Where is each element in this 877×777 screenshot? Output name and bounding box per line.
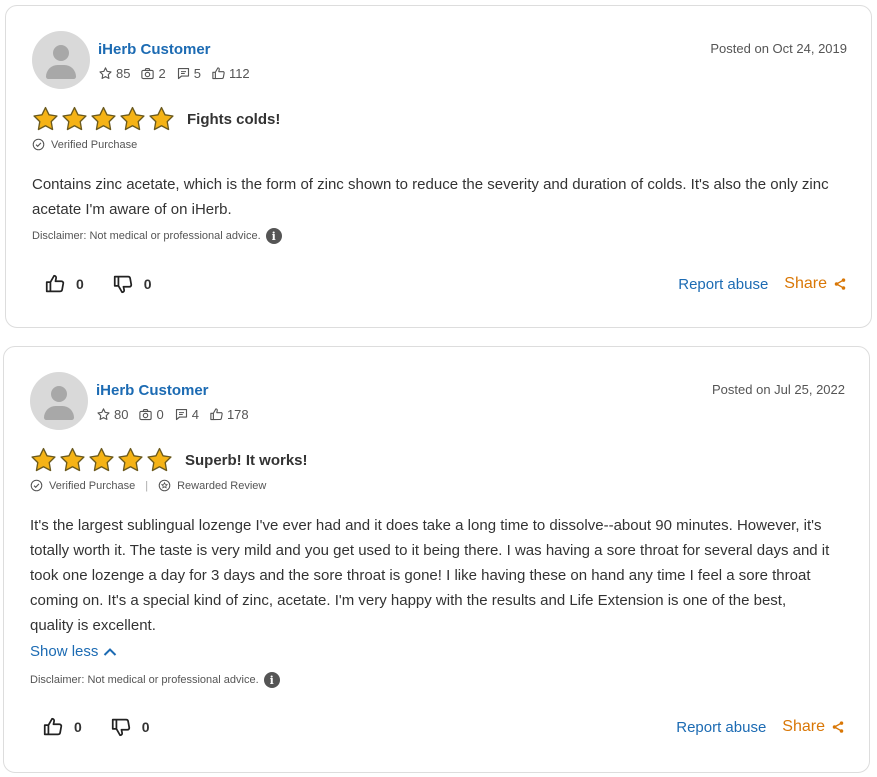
share-button[interactable]: Share — [784, 275, 847, 293]
star-icon — [31, 447, 56, 472]
review-actions: 0 0 Report abuse Share — [42, 715, 845, 739]
star-icon — [120, 106, 145, 131]
star-rating — [32, 106, 177, 132]
report-abuse-link[interactable]: Report abuse — [678, 276, 768, 293]
downvote-button[interactable]: 0 — [112, 273, 152, 295]
stat-reviews: 5 — [176, 66, 201, 81]
stat-stars: 85 — [98, 66, 130, 81]
posted-date: Posted on Jul 25, 2022 — [712, 382, 845, 397]
star-icon — [118, 447, 143, 472]
review-body: It's the largest sublingual lozenge I've… — [30, 517, 830, 634]
reviewer-name[interactable]: iHerb Customer — [98, 41, 211, 58]
review-card: iHerb Customer 85 2 5 112 Posted on Oct … — [5, 5, 872, 328]
review-badges: Verified Purchase — [32, 138, 137, 151]
review-card: iHerb Customer 80 0 4 178 Posted on Jul … — [3, 346, 870, 773]
avatar — [32, 31, 90, 89]
upvote-button[interactable]: 0 — [42, 716, 82, 738]
report-abuse-link[interactable]: Report abuse — [676, 719, 766, 736]
star-icon — [33, 106, 58, 131]
star-outline-icon — [97, 408, 110, 420]
share-button[interactable]: Share — [782, 718, 845, 736]
star-icon — [60, 447, 85, 472]
star-icon — [62, 106, 87, 131]
badge-separator: | — [145, 479, 149, 492]
camera-icon — [141, 67, 155, 80]
review-title: Superb! It works! — [185, 451, 308, 469]
posted-date: Posted on Oct 24, 2019 — [710, 41, 847, 56]
stat-helpful: 178 — [209, 407, 249, 422]
rating-row: Superb! It works! — [30, 447, 308, 473]
chevron-up-icon — [104, 647, 117, 656]
avatar — [30, 372, 88, 430]
show-less-toggle[interactable]: Show less — [30, 643, 117, 660]
stat-stars: 80 — [96, 407, 128, 422]
verified-badge: Verified Purchase — [32, 138, 137, 151]
thumbs-down-icon — [111, 718, 130, 737]
camera-icon — [139, 408, 153, 421]
star-icon — [149, 106, 174, 131]
thumbs-up-icon — [43, 717, 63, 736]
stat-reviews: 4 — [174, 407, 199, 422]
stat-helpful: 112 — [211, 66, 250, 81]
share-icon — [832, 721, 844, 733]
review-badges: Verified Purchase | Rewarded Review — [30, 479, 266, 492]
share-icon — [834, 278, 846, 290]
rewarded-badge: Rewarded Review — [158, 479, 266, 492]
star-outline-icon — [99, 67, 112, 79]
comment-icon — [175, 408, 187, 421]
reviewer-stats: 80 0 4 178 — [96, 407, 259, 422]
thumbs-down-icon — [113, 275, 132, 294]
review-actions: 0 0 Report abuse Share — [44, 272, 847, 296]
review-title: Fights colds! — [187, 110, 281, 128]
comment-icon — [177, 67, 189, 80]
reward-icon — [158, 479, 171, 492]
disclaimer: Disclaimer: Not medical or professional … — [30, 672, 280, 688]
star-icon — [147, 447, 172, 472]
review-body: Contains zinc acetate, which is the form… — [32, 176, 829, 218]
thumbs-up-icon — [212, 67, 225, 80]
check-circle-icon — [32, 138, 45, 151]
check-circle-icon — [30, 479, 43, 492]
upvote-button[interactable]: 0 — [44, 273, 84, 295]
info-icon[interactable]: i — [265, 228, 282, 244]
star-icon — [91, 106, 116, 131]
stat-photos: 0 — [138, 407, 164, 422]
star-icon — [89, 447, 114, 472]
reviewer-name[interactable]: iHerb Customer — [96, 382, 209, 399]
disclaimer: Disclaimer: Not medical or professional … — [32, 228, 282, 244]
thumbs-up-icon — [210, 408, 223, 421]
stat-photos: 2 — [140, 66, 166, 81]
star-rating — [30, 447, 175, 473]
rating-row: Fights colds! — [32, 106, 280, 132]
reviewer-stats: 85 2 5 112 — [98, 66, 260, 81]
downvote-button[interactable]: 0 — [110, 716, 150, 738]
verified-badge: Verified Purchase — [30, 479, 135, 492]
thumbs-up-icon — [45, 274, 65, 293]
info-icon[interactable]: i — [263, 672, 280, 688]
